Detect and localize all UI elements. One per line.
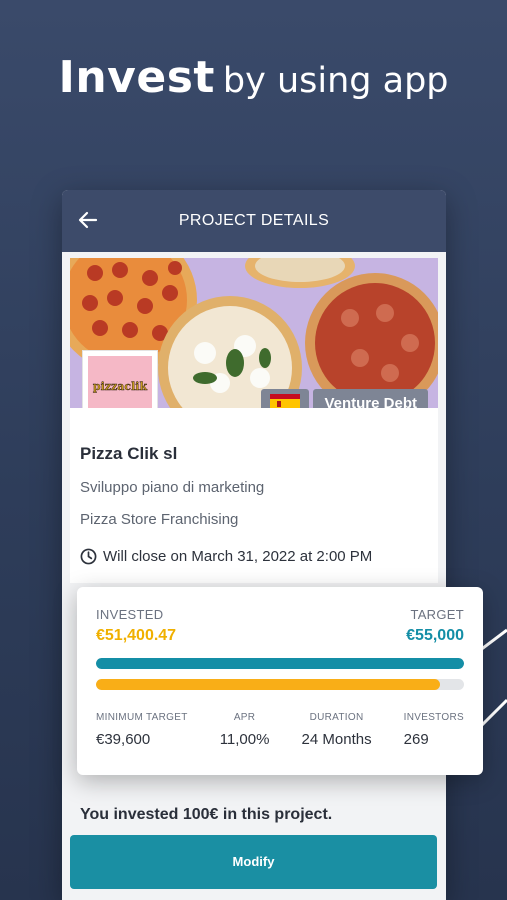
pizzaclik-logo-icon: pizzaclik [93,380,148,393]
invested-label: INVESTED [96,607,164,622]
metric-label: DURATION [309,712,364,723]
invested-progress-bar [96,679,464,690]
user-investment-note: You invested 100€ in this project. [80,806,333,823]
metric-value: 269 [403,731,429,748]
clock-icon [80,548,97,565]
modify-button[interactable]: Modify [70,835,437,889]
project-badges: Venture Debt [261,389,428,408]
close-date-row: Will close on March 31, 2022 at 2:00 PM [80,548,428,565]
metric-value: 24 Months [301,731,372,748]
project-type-badge: Venture Debt [313,389,428,408]
metric-investors: INVESTORS 269 [404,712,464,748]
metric-label: APR [233,712,256,723]
metric-label: INVESTORS [403,712,464,723]
metric-apr: APR 11,00% [220,712,270,748]
phone-screen: PROJECT DETAILS pizzaclik Venture Debt P… [62,190,446,900]
funding-stats-card: INVESTED €51,400.47 TARGET €55,000 MINIM… [77,587,483,775]
page-title: PROJECT DETAILS [178,212,330,229]
project-info: Pizza Clik sl Sviluppo piano di marketin… [70,408,438,583]
project-card[interactable]: pizzaclik Venture Debt Pizza Clik sl Svi… [70,258,438,583]
app-bar: PROJECT DETAILS [62,190,446,252]
metric-duration: DURATION 24 Months [302,712,372,748]
metrics-row: MINIMUM TARGET €39,600 APR 11,00% DURATI… [96,712,464,748]
target-value: €55,000 [406,627,464,644]
project-category: Pizza Store Franchising [80,511,239,528]
headline: Invest by using app [0,52,507,103]
project-description: Sviluppo piano di marketing [80,479,265,496]
metric-label: MINIMUM TARGET [96,712,188,723]
metric-value: 11,00% [219,731,270,748]
invested-progress-fill [96,679,441,690]
close-date-text: Will close on March 31, 2022 at 2:00 PM [103,548,373,565]
company-name: Pizza Clik sl [80,444,178,463]
arrow-left-icon[interactable] [78,210,98,230]
target-progress-bar [96,658,464,669]
target-label: TARGET [410,607,464,622]
invested-value: €51,400.47 [96,627,177,644]
country-badge [261,389,310,408]
svg-text:pizzaclik: pizzaclik [93,380,148,393]
headline-rest: by using app [222,61,449,101]
metric-value: €39,600 [96,731,151,748]
spain-flag-icon [270,394,301,408]
project-cover-image: pizzaclik Venture Debt [70,258,438,408]
metric-minimum-target: MINIMUM TARGET €39,600 [96,712,188,748]
company-logo: pizzaclik [82,350,158,408]
target-progress-fill [96,658,464,669]
headline-bold: Invest [58,52,215,103]
